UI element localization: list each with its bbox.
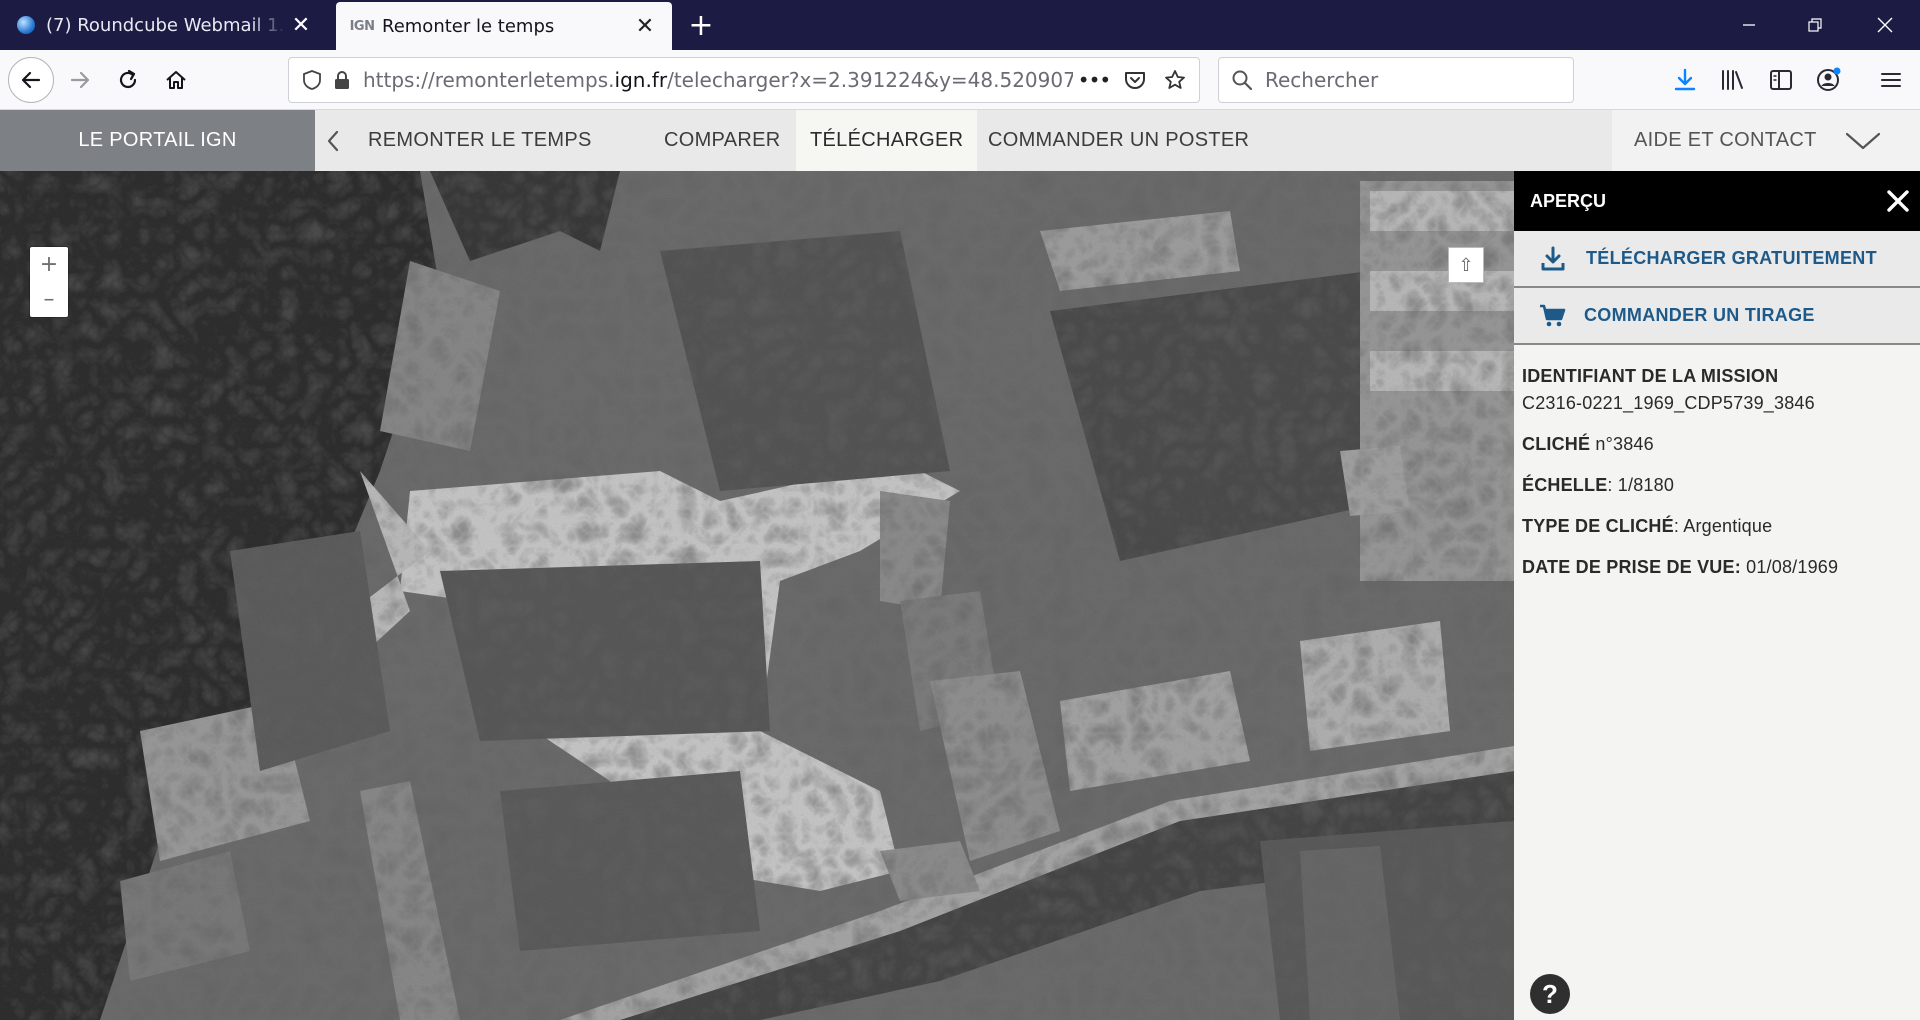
home-button[interactable] [156, 60, 196, 100]
library-icon[interactable] [1716, 63, 1750, 97]
reload-button[interactable] [108, 60, 148, 100]
search-placeholder: Rechercher [1265, 68, 1379, 92]
tab-title: (7) Roundcube Webmail 1.4.2 :: [46, 14, 286, 36]
downloads-icon[interactable] [1668, 63, 1702, 97]
page-actions-icon[interactable]: ••• [1073, 65, 1115, 95]
nav-telecharger[interactable]: TÉLÉCHARGER [796, 110, 978, 171]
type-label: TYPE DE CLICHÉ [1522, 516, 1674, 536]
search-icon [1227, 65, 1257, 95]
url-text[interactable]: https://remonterletemps.ign.fr/telecharg… [363, 68, 1073, 92]
browser-toolbar: https://remonterletemps.ign.fr/telecharg… [0, 50, 1920, 110]
aerial-photo-map[interactable]: + – ⇧ [0, 171, 1514, 1020]
lock-icon[interactable] [327, 65, 357, 95]
search-field[interactable]: Rechercher [1218, 57, 1574, 103]
shopping-cart-icon [1536, 299, 1570, 333]
close-panel-icon[interactable] [1882, 185, 1914, 217]
forward-arrow-icon [70, 71, 90, 89]
type-value: : Argentique [1673, 516, 1773, 536]
url-prefix: https://remonterletemps. [363, 68, 615, 92]
globe-icon [16, 15, 36, 35]
menu-hamburger-icon[interactable] [1874, 63, 1908, 97]
zoom-in-button[interactable]: + [30, 247, 68, 282]
portal-ign-link[interactable]: LE PORTAIL IGN [0, 110, 315, 171]
download-free-button[interactable]: TÉLÉCHARGER GRATUITEMENT [1514, 231, 1920, 288]
date-info: DATE DE PRISE DE VUE: 01/08/1969 [1522, 554, 1912, 580]
echelle-value: : 1/8180 [1607, 475, 1675, 495]
close-tab-icon[interactable]: ✕ [286, 10, 316, 40]
chevron-down-icon [1845, 132, 1880, 149]
sidebar-icon[interactable] [1764, 63, 1798, 97]
url-path: /telecharger?x=2.391224&y=48.520907&z=13 [667, 68, 1073, 92]
bookmark-star-icon[interactable] [1155, 65, 1195, 95]
ign-favicon-icon: IGN [349, 16, 375, 36]
apercu-panel: APERÇU TÉLÉCHARGER GRATUITEMENT COMMANDE… [1514, 171, 1920, 1020]
close-tab-icon[interactable]: ✕ [630, 11, 660, 41]
cliche-info: CLICHÉ n°3846 [1522, 431, 1912, 457]
ign-favicon-text: IGN [349, 18, 375, 34]
mission-label: IDENTIFIANT DE LA MISSION [1522, 366, 1779, 386]
tab-title: Remonter le temps [382, 15, 555, 37]
panel-header: APERÇU [1514, 171, 1920, 231]
photo-metadata: IDENTIFIANT DE LA MISSION C2316-0221_196… [1514, 363, 1920, 580]
download-free-label: TÉLÉCHARGER GRATUITEMENT [1586, 248, 1877, 268]
pocket-icon[interactable] [1115, 65, 1155, 95]
close-window-icon[interactable] [1852, 0, 1918, 50]
aerial-photo [0, 171, 1514, 1020]
tab-roundcube[interactable]: (7) Roundcube Webmail 1.4.2 :: ✕ [0, 0, 328, 50]
type-info: TYPE DE CLICHÉ: Argentique [1522, 513, 1912, 539]
help-contact-label: AIDE ET CONTACT [1634, 129, 1817, 151]
tab-remonter-le-temps[interactable]: IGN Remonter le temps ✕ [336, 2, 672, 50]
cliche-label: CLICHÉ [1522, 434, 1591, 454]
chevron-left-icon[interactable] [318, 110, 348, 171]
echelle-info: ÉCHELLE: 1/8180 [1522, 472, 1912, 498]
panel-title: APERÇU [1530, 190, 1607, 211]
minimize-icon[interactable] [1716, 0, 1782, 50]
home-icon [166, 71, 186, 89]
download-icon [1536, 242, 1570, 276]
nav-commander-un-poster[interactable]: COMMANDER UN POSTER [972, 110, 1265, 171]
echelle-label: ÉCHELLE [1522, 475, 1608, 495]
date-label: DATE DE PRISE DE VUE: [1522, 557, 1741, 577]
back-button[interactable] [8, 57, 54, 103]
order-print-button[interactable]: COMMANDER UN TIRAGE [1514, 288, 1920, 345]
nav-comparer[interactable]: COMPARER [648, 110, 796, 171]
back-arrow-icon [21, 71, 41, 89]
site-header: LE PORTAIL IGN REMONTER LE TEMPS COMPARE… [0, 110, 1920, 171]
forward-button[interactable] [60, 60, 100, 100]
account-icon[interactable] [1812, 63, 1846, 97]
reload-icon [119, 69, 137, 89]
nav-remonter-le-temps[interactable]: REMONTER LE TEMPS [352, 110, 608, 171]
mission-value: C2316-0221_1969_CDP5739_3846 [1522, 393, 1815, 413]
browser-tab-bar: (7) Roundcube Webmail 1.4.2 :: ✕ IGN Rem… [0, 0, 1920, 50]
zoom-control: + – [30, 247, 68, 317]
help-question-icon[interactable]: ? [1530, 974, 1570, 1014]
restore-icon[interactable] [1782, 0, 1848, 50]
new-tab-button[interactable]: + [684, 8, 718, 43]
mission-info: IDENTIFIANT DE LA MISSION C2316-0221_196… [1522, 363, 1912, 417]
address-bar[interactable]: https://remonterletemps.ign.fr/telecharg… [288, 57, 1200, 103]
shield-icon[interactable] [297, 65, 327, 95]
help-contact-menu[interactable]: AIDE ET CONTACT [1612, 110, 1920, 171]
zoom-out-button[interactable]: – [30, 282, 68, 317]
date-value: 01/08/1969 [1740, 557, 1839, 577]
url-domain: ign.fr [614, 68, 668, 92]
order-print-label: COMMANDER UN TIRAGE [1584, 305, 1815, 325]
cliche-value: n°3846 [1590, 434, 1654, 454]
share-button[interactable]: ⇧ [1448, 247, 1484, 283]
